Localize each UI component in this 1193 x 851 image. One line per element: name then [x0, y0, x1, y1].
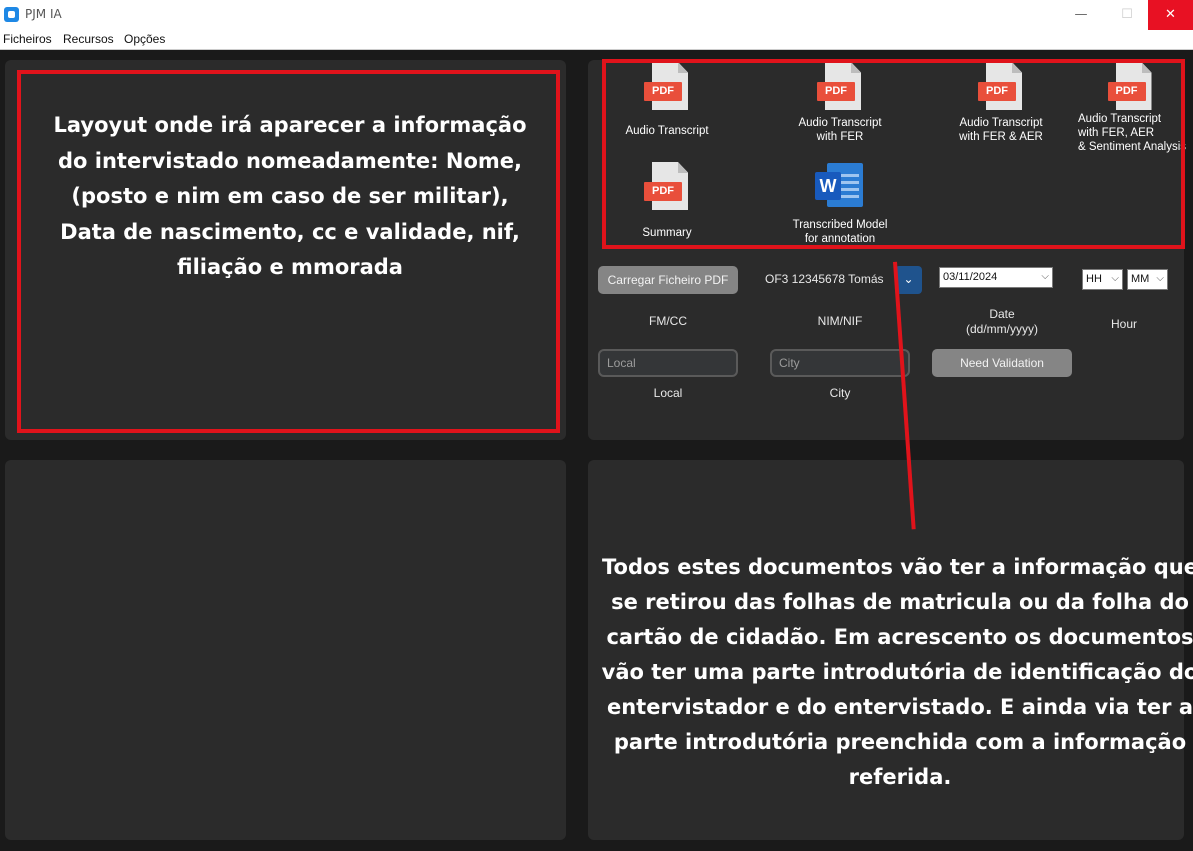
- bottom-left-panel: [5, 460, 566, 840]
- local-label: Local: [653, 386, 683, 400]
- title-bar: PJM IA — ☐ ✕: [0, 0, 1193, 30]
- annotation-text-interviewee: Layoyut onde irá aparecer a informação d…: [53, 113, 527, 279]
- chevron-down-icon: ⌵: [1156, 273, 1164, 284]
- minute-select[interactable]: MM ⌵: [1127, 269, 1168, 290]
- nim-nif-label: NIM/NIF: [817, 314, 863, 328]
- hour-select[interactable]: HH ⌵: [1082, 269, 1123, 290]
- annotation-text-documents: Todos estes documentos vão ter a informa…: [601, 555, 1193, 789]
- menu-recursos[interactable]: Recursos: [63, 32, 114, 46]
- menu-bar: Ficheiros Recursos Opções: [0, 30, 1193, 50]
- chevron-down-icon: ⌵: [1041, 271, 1049, 282]
- fm-cc-label: FM/CC: [649, 314, 687, 328]
- menu-ficheiros[interactable]: Ficheiros: [3, 32, 52, 46]
- chevron-down-icon[interactable]: ⌄: [895, 266, 922, 294]
- city-label: City: [829, 386, 851, 400]
- app-icon: [4, 7, 19, 22]
- maximize-button[interactable]: ☐: [1104, 0, 1150, 30]
- chevron-down-icon: ⌵: [1111, 273, 1119, 284]
- city-input[interactable]: City: [770, 349, 910, 377]
- hour-label: Hour: [1110, 317, 1137, 331]
- hour-value: HH: [1086, 273, 1102, 285]
- local-input[interactable]: Local: [598, 349, 738, 377]
- close-button[interactable]: ✕: [1148, 0, 1193, 30]
- date-value: 03/11/2024: [943, 271, 998, 283]
- minute-value: MM: [1131, 273, 1150, 285]
- minimize-button[interactable]: —: [1058, 0, 1104, 30]
- window-title: PJM IA: [25, 7, 62, 21]
- nim-combobox[interactable]: OF3 12345678 Tomás: [765, 272, 893, 286]
- need-validation-button[interactable]: Need Validation: [932, 349, 1072, 377]
- date-picker[interactable]: 03/11/2024 ⌵: [939, 267, 1053, 288]
- date-label: Date (dd/mm/yyyy): [966, 307, 1038, 336]
- load-pdf-button[interactable]: Carregar Ficheiro PDF: [598, 266, 738, 294]
- menu-opcoes[interactable]: Opções: [124, 32, 165, 46]
- annotation-box-documents: [602, 59, 1185, 249]
